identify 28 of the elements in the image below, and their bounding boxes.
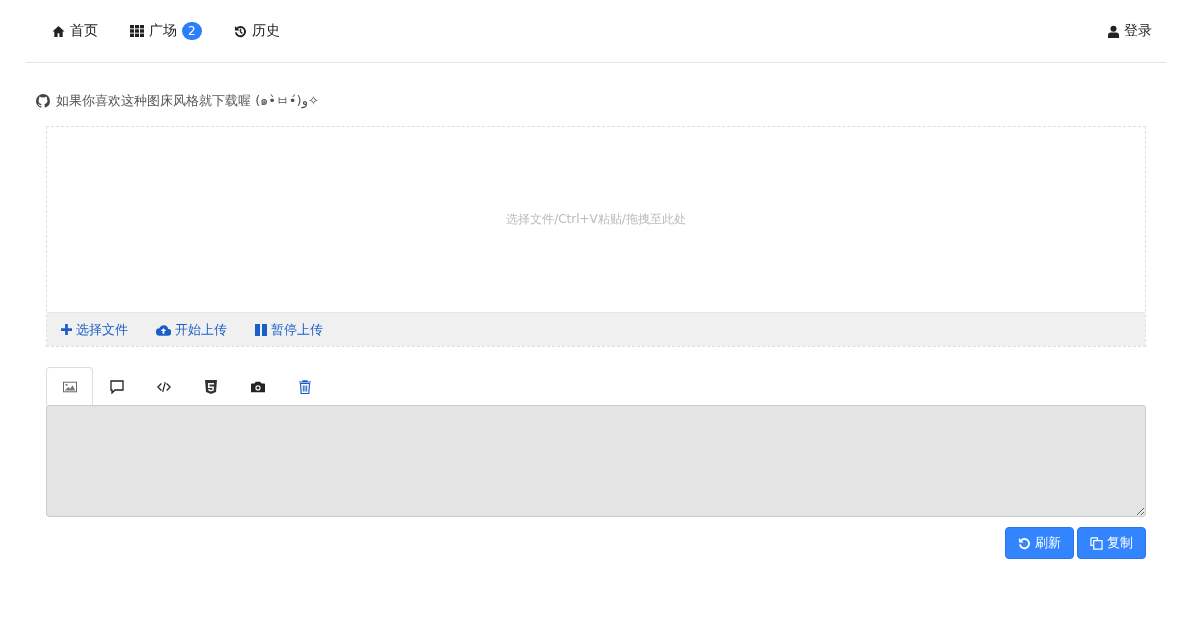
pause-icon: [255, 323, 267, 336]
camera-icon: [250, 379, 265, 394]
drop-hint: 选择文件/Ctrl+V粘贴/拖拽至此处: [506, 211, 686, 228]
trash-icon: [297, 379, 312, 394]
github-icon: [36, 93, 50, 108]
image-icon: [62, 379, 77, 394]
nav-link[interactable]: 广场 2: [130, 22, 202, 40]
toolbar-link[interactable]: 开始上传: [156, 320, 227, 339]
count-badge: 2: [182, 22, 202, 40]
notice-text: 如果你喜欢这种图床风格就下载喔 (๑•̀ㅂ•́)و✧: [56, 92, 319, 111]
copy-button[interactable]: 复制: [1077, 527, 1146, 559]
html5-shield-icon: [203, 379, 218, 394]
nav-link[interactable]: 首页: [52, 22, 98, 40]
history-icon: [233, 24, 247, 38]
user-icon: [1108, 24, 1119, 38]
copy-icon: [1090, 536, 1103, 550]
grid-icon: [130, 25, 144, 37]
refresh-icon: [1018, 536, 1031, 550]
toolbar-link[interactable]: 暂停上传: [255, 320, 323, 339]
login-link[interactable]: 登录: [1108, 22, 1152, 40]
code-icon: [156, 379, 171, 394]
home-icon: [52, 24, 65, 38]
speech-bubble-icon: [109, 379, 124, 394]
nav-link[interactable]: 历史: [233, 22, 280, 40]
cloud-upload-icon: [156, 323, 171, 336]
plus-icon: [61, 324, 72, 335]
toolbar-link[interactable]: 选择文件: [61, 320, 128, 339]
refresh-button[interactable]: 刷新: [1005, 527, 1074, 559]
